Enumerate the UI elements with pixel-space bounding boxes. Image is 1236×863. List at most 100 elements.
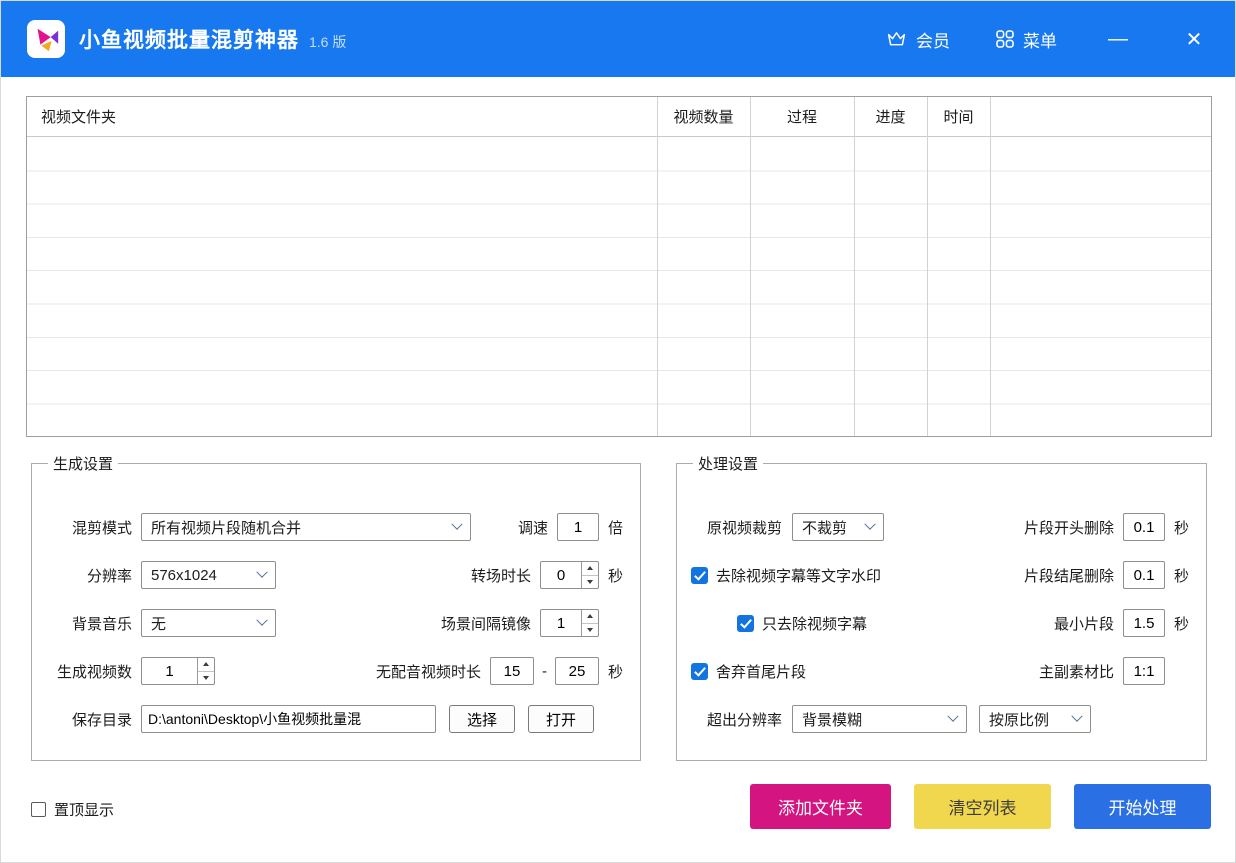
speed-input[interactable] <box>557 513 599 541</box>
nodub-duration-group: 无配音视频时长 - 秒 <box>376 657 626 685</box>
resolution-label: 分辨率 <box>46 565 132 586</box>
column-header-time: 时间 <box>927 106 990 127</box>
open-dir-button[interactable]: 打开 <box>528 705 594 733</box>
exceed-resolution-select[interactable]: 背景模糊 <box>792 705 967 733</box>
footer-actions: 添加文件夹 清空列表 开始处理 <box>750 784 1211 829</box>
chevron-down-icon <box>864 519 875 530</box>
crop-label: 原视频裁剪 <box>707 517 782 538</box>
transition-duration-input[interactable] <box>541 562 581 588</box>
pin-on-top-checkbox[interactable] <box>31 802 46 817</box>
column-separator <box>927 97 928 436</box>
min-clip-label: 最小片段 <box>1054 613 1114 634</box>
crop-value: 不裁剪 <box>802 517 847 538</box>
spinner-arrows <box>581 562 598 588</box>
duration-min-input[interactable] <box>490 657 534 685</box>
head-delete-input[interactable] <box>1123 513 1165 541</box>
discard-label: 舍弃首尾片段 <box>716 661 806 682</box>
remove-watermark-label: 去除视频字幕等文字水印 <box>716 565 881 586</box>
minimize-button[interactable]: — <box>1103 28 1133 51</box>
discard-checkbox[interactable] <box>691 663 708 680</box>
transition-duration-label: 转场时长 <box>471 565 531 586</box>
crop-select[interactable]: 不裁剪 <box>792 513 884 541</box>
resolution-value: 576x1024 <box>151 567 217 584</box>
video-count-input[interactable] <box>142 658 197 684</box>
table-header-row: 视频文件夹 视频数量 过程 进度 时间 <box>27 97 1211 137</box>
start-processing-button[interactable]: 开始处理 <box>1074 784 1211 829</box>
ratio-input[interactable] <box>1123 657 1165 685</box>
select-dir-button[interactable]: 选择 <box>449 705 515 733</box>
chevron-down-icon <box>256 615 267 626</box>
app-title: 小鱼视频批量混剪神器 <box>79 24 299 54</box>
mix-mode-select[interactable]: 所有视频片段随机合并 <box>141 513 471 541</box>
pin-on-top-label: 置顶显示 <box>54 799 114 820</box>
resolution-select[interactable]: 576x1024 <box>141 561 276 589</box>
close-button[interactable]: ✕ <box>1179 27 1209 52</box>
video-folder-table[interactable]: 视频文件夹 视频数量 过程 进度 时间 <box>26 96 1212 437</box>
ratio-label: 主副素材比 <box>1039 661 1114 682</box>
mix-mode-value: 所有视频片段随机合并 <box>151 517 301 538</box>
chevron-down-icon <box>947 711 958 722</box>
remove-watermark-checkbox-row[interactable]: 去除视频字幕等文字水印 <box>691 565 881 586</box>
resolution-row: 分辨率 576x1024 转场时长 秒 <box>46 560 626 590</box>
menu-button[interactable]: 菜单 <box>996 27 1057 52</box>
tail-delete-input[interactable] <box>1123 561 1165 589</box>
min-clip-group: 最小片段 秒 <box>1054 609 1192 637</box>
triangle-down-icon <box>203 676 209 680</box>
nodub-duration-label: 无配音视频时长 <box>376 661 481 682</box>
subtitle-only-label: 只去除视频字幕 <box>762 613 867 634</box>
remove-watermark-checkbox[interactable] <box>691 567 708 584</box>
pin-on-top-checkbox-row[interactable]: 置顶显示 <box>31 799 114 820</box>
column-header-process: 过程 <box>750 106 854 127</box>
app-version: 1.6 版 <box>309 32 346 52</box>
transition-duration-spinner[interactable] <box>540 561 599 589</box>
spin-down-button[interactable] <box>582 575 598 589</box>
spin-up-button[interactable] <box>582 562 598 575</box>
clear-list-button[interactable]: 清空列表 <box>914 784 1051 829</box>
speed-group: 调速 倍 <box>518 513 626 541</box>
save-dir-input[interactable] <box>141 705 436 733</box>
speed-unit: 倍 <box>608 517 626 538</box>
column-header-progress: 进度 <box>854 106 927 127</box>
exceed-resolution-label: 超出分辨率 <box>707 709 782 730</box>
menu-label: 菜单 <box>1023 27 1057 52</box>
chevron-down-icon <box>451 519 462 530</box>
triangle-up-icon <box>587 566 593 570</box>
subtitle-only-checkbox-row[interactable]: 只去除视频字幕 <box>737 613 867 634</box>
crown-icon <box>886 30 907 48</box>
duration-max-input[interactable] <box>555 657 599 685</box>
table-empty-rows[interactable] <box>27 138 1211 436</box>
generation-settings-title: 生成设置 <box>48 453 118 474</box>
member-label: 会员 <box>916 27 950 52</box>
column-separator <box>854 97 855 436</box>
titlebar-actions: 会员 菜单 — ✕ <box>886 27 1209 52</box>
discard-checkbox-row[interactable]: 舍弃首尾片段 <box>691 661 806 682</box>
transition-group: 转场时长 秒 <box>471 561 626 589</box>
bgm-select[interactable]: 无 <box>141 609 276 637</box>
member-button[interactable]: 会员 <box>886 27 950 52</box>
video-count-row: 生成视频数 无配音视频时长 - 秒 <box>46 656 626 686</box>
spin-down-button[interactable] <box>582 623 598 637</box>
mix-mode-row: 混剪模式 所有视频片段随机合并 调速 倍 <box>46 512 626 542</box>
scene-mirror-spinner[interactable] <box>540 609 599 637</box>
triangle-down-icon <box>587 628 593 632</box>
speed-label: 调速 <box>518 517 548 538</box>
column-separator <box>990 97 991 436</box>
titlebar: 小鱼视频批量混剪神器 1.6 版 会员 菜单 — ✕ <box>1 1 1235 77</box>
transition-duration-unit: 秒 <box>608 565 626 586</box>
spin-up-button[interactable] <box>582 610 598 623</box>
mix-mode-label: 混剪模式 <box>46 517 132 538</box>
scale-mode-select[interactable]: 按原比例 <box>979 705 1091 733</box>
video-count-spinner[interactable] <box>141 657 215 685</box>
subtitle-only-checkbox[interactable] <box>737 615 754 632</box>
watermark-row: 去除视频字幕等文字水印 片段结尾删除 秒 <box>691 560 1192 590</box>
app-logo-mark <box>31 24 61 54</box>
ratio-group: 主副素材比 <box>1039 657 1192 685</box>
spin-up-button[interactable] <box>198 658 214 671</box>
head-delete-unit: 秒 <box>1174 517 1192 538</box>
save-dir-row: 保存目录 选择 打开 <box>46 704 626 734</box>
scene-mirror-input[interactable] <box>541 610 581 636</box>
min-clip-input[interactable] <box>1123 609 1165 637</box>
add-folder-button[interactable]: 添加文件夹 <box>750 784 891 829</box>
grid-menu-icon <box>996 30 1014 48</box>
spin-down-button[interactable] <box>198 671 214 685</box>
